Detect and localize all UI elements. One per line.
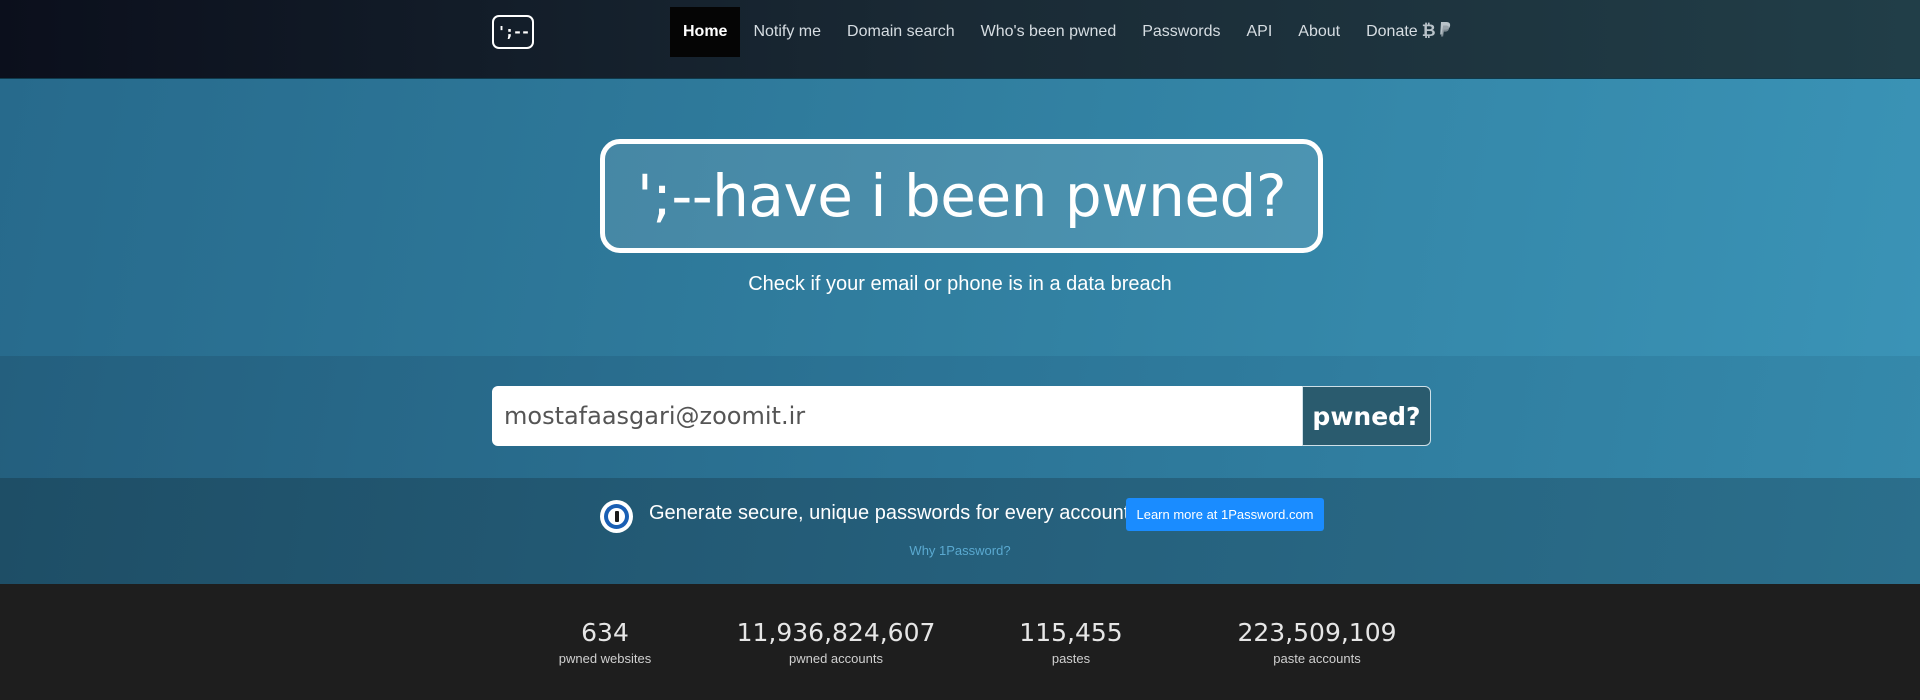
site-title-box: ';--have i been pwned? [600,139,1323,253]
donate-icons: ₿ [1422,21,1452,43]
hero-subtitle: Check if your email or phone is in a dat… [748,273,1172,295]
stat-paste-accounts: 223,509,109 paste accounts [1207,618,1427,666]
stat-label: pastes [1051,651,1091,666]
stat-label: pwned websites [558,651,652,666]
why-1password-link[interactable]: Why 1Password? [0,543,1920,558]
nav-menu: Home Notify me Domain search Who's been … [670,7,1465,57]
stat-value: 223,509,109 [1237,618,1397,647]
search-section: pwned? [0,356,1920,478]
stat-pwned-websites: 634 pwned websites [495,618,715,666]
navbar: ';-- Home Notify me Domain search Who's … [0,0,1920,79]
hero-section: ';--have i been pwned? Check if your ema… [0,79,1920,356]
promo-section: Generate secure, unique passwords for ev… [0,478,1920,584]
nav-item-domain-search[interactable]: Domain search [834,7,968,57]
learn-more-1password-button[interactable]: Learn more at 1Password.com [1126,498,1324,531]
stat-pastes: 115,455 pastes [961,618,1181,666]
nav-item-api[interactable]: API [1233,7,1285,57]
stat-value: 115,455 [1019,618,1123,647]
nav-item-donate[interactable]: Donate ₿ [1353,7,1464,57]
nav-item-about[interactable]: About [1285,7,1353,57]
nav-item-home[interactable]: Home [670,7,741,57]
stat-pwned-accounts: 11,936,824,607 pwned accounts [726,618,946,666]
pwned-search-button[interactable]: pwned? [1302,386,1431,446]
stat-label: paste accounts [1273,651,1361,666]
stat-value: 11,936,824,607 [736,618,936,647]
stat-label: pwned accounts [789,651,883,666]
logo[interactable]: ';-- [492,15,534,49]
nav-item-notify-me[interactable]: Notify me [740,7,834,57]
nav-item-donate-label: Donate [1366,23,1418,40]
nav-item-whos-been-pwned[interactable]: Who's been pwned [968,7,1130,57]
email-search-input[interactable] [492,386,1303,446]
stats-section: 634 pwned websites 11,936,824,607 pwned … [0,584,1920,700]
site-title: ';--have i been pwned? [636,162,1287,230]
promo-text: Generate secure, unique passwords for ev… [649,502,1130,524]
1password-icon [600,500,633,533]
stat-value: 634 [581,618,629,647]
paypal-icon [1438,21,1452,43]
nav-item-passwords[interactable]: Passwords [1129,7,1233,57]
bitcoin-icon: ₿ [1421,21,1436,40]
